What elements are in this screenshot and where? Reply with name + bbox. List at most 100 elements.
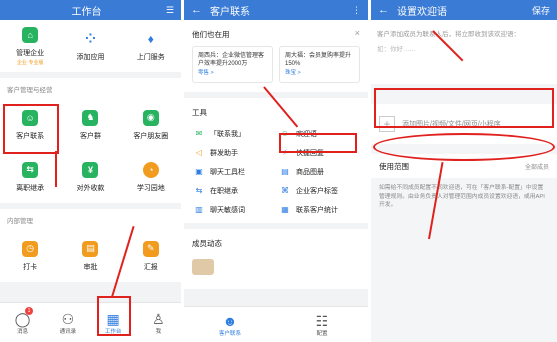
scope-label: 使用范围 — [379, 161, 409, 171]
sensitive-icon: ▥ — [195, 205, 203, 214]
app-label: 打卡 — [23, 263, 38, 271]
page-title: 设置欢迎语 — [397, 6, 447, 18]
page-title: 客户联系 — [210, 6, 250, 18]
app-label: 客户群 — [79, 132, 101, 140]
scope-note: 如需给不同成员配置不同欢迎语，可在「客户联系-配置」中设置管理规则。由业务负责人… — [379, 185, 545, 209]
unread-badge: 1 — [24, 307, 34, 315]
others-using-card: 他们也在用 × 周西兵：企业微信管理客户效率提升2000万 零售 > 周大福：会… — [184, 20, 368, 92]
case-card[interactable]: 周大福：会员复购率提升150% 珠宝 > — [279, 46, 360, 83]
highlight-attachment — [374, 88, 554, 128]
tab-config[interactable]: ☷ 配置 — [276, 307, 368, 342]
broadcast-icon: ◁ — [195, 148, 203, 157]
tool-customer-tags[interactable]: ⌘ 企业客户标签 — [276, 181, 362, 200]
section-title: 内部管理 — [7, 218, 33, 225]
welcome-text-input[interactable]: 如：你好…… — [371, 43, 557, 53]
tool-label: 在职继承 — [210, 187, 238, 195]
tag-icon: ⌘ — [281, 186, 289, 195]
highlight-usage-scope — [373, 133, 555, 161]
tool-catalog[interactable]: ▤ 商品图册 — [276, 162, 362, 181]
page-title: 工作台 — [71, 6, 102, 18]
tab-contacts[interactable]: ⚇ 通讯录 — [45, 303, 90, 342]
contacts-icon: ⚇ — [61, 310, 75, 327]
bottom-tabbar: ◯ 1 消息 ⚇ 通讯录 ▦ 工作台 ♙ 我 — [0, 302, 181, 342]
tool-label: 聊天敏感词 — [210, 206, 245, 214]
app-label: 管理企业 — [16, 49, 45, 57]
app-label: 审批 — [83, 263, 98, 271]
inherit-icon: ⇆ — [195, 186, 203, 195]
catalog-icon: ▤ — [281, 167, 289, 176]
app-learning[interactable]: ◔ 学习园地 — [121, 151, 181, 203]
welcome-topbar: ← 设置欢迎语 保存 — [371, 0, 557, 20]
case-tag: 零售 > — [198, 70, 214, 77]
dynamics-card: 成员动态 — [184, 229, 368, 289]
tool-label: 群发助手 — [210, 149, 238, 157]
section-title: 成员动态 — [192, 239, 222, 248]
app-payment[interactable]: ¥ 对外收款 — [60, 151, 120, 203]
internal-section: 内部管理 ◷ 打卡 ▤ 审批 ✎ 汇报 — [0, 209, 181, 282]
welcome-editor: 客户添加成员为联系人后，将立即收到该欢迎语： 如：你好…… — [371, 20, 557, 84]
tool-label: 聊天工具栏 — [210, 168, 245, 176]
app-checkin[interactable]: ◷ 打卡 — [0, 230, 60, 282]
company-icon: ⌂ — [22, 26, 39, 43]
app-label: 学习园地 — [136, 184, 165, 192]
customer-contact-screen: ← 客户联系 ⋮ 他们也在用 × 周西兵：企业微信管理客户效率提升2000万 零… — [184, 0, 368, 342]
back-arrow-icon[interactable]: ← — [191, 4, 202, 16]
chat-toolbar-icon: ▣ — [195, 167, 203, 176]
welcome-hint: 客户添加成员为联系人后，将立即收到该欢迎语： — [377, 31, 520, 38]
workbench-topbar: 工作台 ☰ — [0, 0, 181, 20]
tool-contact-stats[interactable]: ▦ 联系客户统计 — [276, 200, 362, 219]
card-title-text: 他们也在用 — [192, 30, 230, 39]
app-add-app[interactable]: ⁘ 添加应用 — [60, 20, 120, 72]
app-label: 上门服务 — [136, 53, 165, 61]
customer-contact-topbar: ← 客户联系 ⋮ — [184, 0, 368, 20]
tie-icon: ♦ — [147, 31, 154, 46]
settings-icon[interactable]: ☰ — [166, 5, 174, 16]
app-resign-inherit[interactable]: ⇆ 离职继承 — [0, 151, 60, 203]
payment-icon: ¥ — [82, 161, 99, 178]
stats-icon: ▦ — [281, 205, 289, 214]
highlight-workbench-tab — [97, 296, 131, 336]
avatar — [192, 259, 214, 275]
save-button[interactable]: 保存 — [532, 4, 550, 17]
add-app-icon: ⁘ — [85, 30, 96, 46]
report-icon: ✎ — [142, 240, 159, 257]
app-approval[interactable]: ▤ 审批 — [60, 230, 120, 282]
app-manage-company[interactable]: ⌂ 管理企业 企业·专业版 — [0, 20, 60, 72]
back-arrow-icon[interactable]: ← — [378, 4, 389, 16]
case-tag: 珠宝 > — [285, 70, 301, 77]
tool-label: 联系客户统计 — [296, 206, 338, 214]
tab-messages[interactable]: ◯ 1 消息 — [0, 303, 45, 342]
clock-icon: ◷ — [22, 240, 39, 257]
app-label: 客户朋友圈 — [133, 132, 169, 140]
app-label: 离职继承 — [16, 184, 45, 192]
app-customer-moments[interactable]: ◉ 客户朋友圈 — [121, 99, 181, 151]
annotation-arrow — [55, 151, 57, 187]
case-card[interactable]: 周西兵：企业微信管理客户效率提升2000万 零售 > — [192, 46, 273, 83]
tab-me[interactable]: ♙ 我 — [136, 303, 181, 342]
config-icon: ☷ — [315, 312, 329, 329]
section-title: 客户管理与经营 — [7, 87, 53, 94]
tool-broadcast[interactable]: ◁ 群发助手 — [190, 143, 276, 162]
tool-chat-toolbar[interactable]: ▣ 聊天工具栏 — [190, 162, 276, 181]
app-customer-group[interactable]: ♞ 客户群 — [60, 99, 120, 151]
tab-label: 配置 — [316, 330, 328, 337]
more-icon[interactable]: ⋮ — [352, 5, 361, 16]
tool-inherit[interactable]: ⇆ 在职继承 — [190, 181, 276, 200]
customer-group-icon: ♞ — [82, 109, 99, 126]
top-app-grid: ⌂ 管理企业 企业·专业版 ⁘ 添加应用 ♦ 上门服务 — [0, 20, 181, 72]
app-onsite-service[interactable]: ♦ 上门服务 — [121, 20, 181, 72]
tool-label: 商品图册 — [296, 168, 324, 176]
approval-icon: ▤ — [82, 240, 99, 257]
close-icon[interactable]: × — [355, 28, 360, 38]
case-text: 周大福：会员复购率提升150% — [285, 53, 352, 68]
tool-contact-me[interactable]: ✉ 「联系我」 — [190, 124, 276, 143]
highlight-welcome-message — [279, 133, 357, 153]
inherit-icon: ⇆ — [22, 161, 39, 178]
case-text: 周西兵：企业微信管理客户效率提升2000万 — [198, 53, 265, 68]
tab-label: 通讯录 — [59, 328, 77, 335]
tab-customer-contact[interactable]: ☻ 客户联系 — [184, 307, 276, 342]
welcome-message-screen: ← 设置欢迎语 保存 客户添加成员为联系人后，将立即收到该欢迎语： 如：你好……… — [371, 0, 557, 342]
learning-icon: ◔ — [142, 161, 159, 178]
tool-sensitive-words[interactable]: ▥ 聊天敏感词 — [190, 200, 276, 219]
tool-label: 「联系我」 — [210, 130, 245, 138]
